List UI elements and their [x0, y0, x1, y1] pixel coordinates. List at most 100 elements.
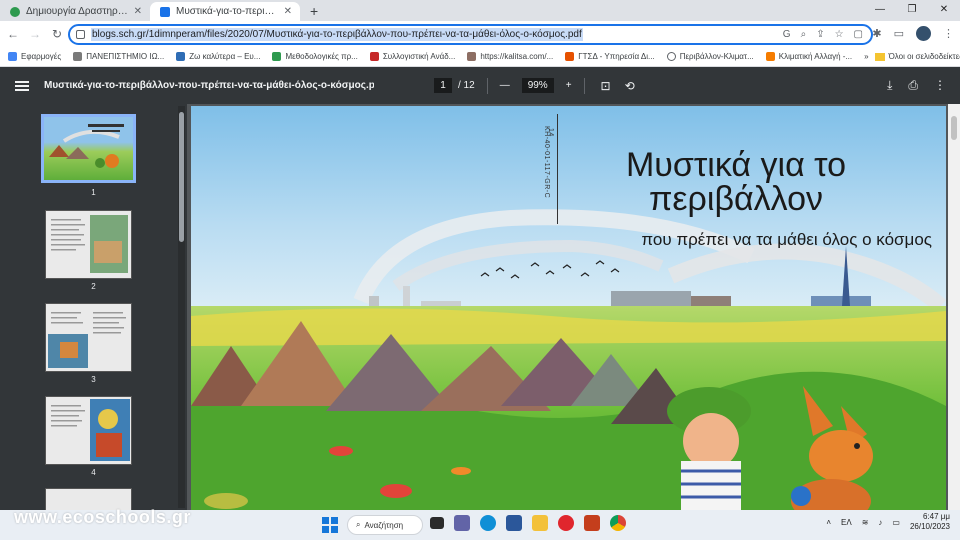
omnibox-actions: G ⌕ ⇪ ☆ ▢	[783, 29, 863, 40]
site-icon	[369, 52, 379, 61]
spine-line	[557, 114, 558, 224]
file-explorer-icon[interactable]	[532, 515, 548, 531]
thumbnail-page-3[interactable]	[45, 303, 132, 372]
close-tab-icon[interactable]: ✕	[134, 6, 142, 17]
zoom-out-button[interactable]: —	[500, 80, 510, 91]
tab-strip: Δημιουργία Δραστηριότητες/Λ ✕ Μυστικά-γι…	[0, 0, 960, 21]
volume-icon[interactable]: ♪	[878, 518, 882, 527]
pdf-viewer: ΚΗ-40-01-117-GR-C 14 Μυστικά για το περι…	[187, 104, 960, 510]
battery-icon[interactable]: ▭	[892, 518, 900, 527]
language-indicator[interactable]: ΕΛ	[841, 518, 852, 527]
url-text[interactable]: blogs.sch.gr/1dimnperam/files/2020/07/Μυ…	[91, 28, 583, 41]
bookmarks-bar: Εφαρμογές ΠΑΝΕΠΙΣΤΗΜΙΟ ΙΩ... Ζω καλύτερα…	[0, 47, 960, 67]
thumbnail-page-2[interactable]	[45, 210, 132, 279]
chevron-up-icon[interactable]: ˄	[826, 518, 831, 527]
pdf-toolbar: Μυστικά-για-το-περιβάλλον-που-πρέπει-να-…	[0, 67, 960, 104]
minimize-button[interactable]: —	[864, 0, 896, 20]
bookmark-apps[interactable]: Εφαρμογές	[8, 52, 61, 61]
lock-icon[interactable]	[76, 30, 85, 39]
tab-pdf[interactable]: Μυστικά-για-το-περιβάλλον-π ✕	[150, 2, 300, 21]
thumbnail-page-4[interactable]	[45, 396, 132, 465]
bookmark-label: Συλλογιστική Ανάδ...	[382, 52, 456, 61]
thumbnail-cover-image	[49, 124, 124, 168]
back-icon[interactable]: ←	[4, 27, 22, 41]
bookmark-item[interactable]: https://kalitsa.com/...	[467, 52, 553, 61]
task-view-icon[interactable]	[430, 517, 444, 529]
bookmark-item[interactable]: Ζω καλύτερα – Ευ...	[176, 52, 260, 61]
share-icon[interactable]: ⇪	[816, 29, 824, 40]
pdf-title: Μυστικά-για-το-περιβάλλον-που-πρέπει-να-…	[44, 80, 374, 91]
powerpoint-icon[interactable]	[584, 515, 600, 531]
word-icon[interactable]	[506, 515, 522, 531]
new-tab-button[interactable]: +	[310, 3, 318, 19]
bookmark-label: ΓΤΣΔ - Υπηρεσία Δι...	[578, 52, 655, 61]
reading-list-icon[interactable]: ▭	[894, 27, 904, 40]
maximize-button[interactable]: ❐	[896, 0, 928, 20]
chrome-icon[interactable]	[610, 515, 626, 531]
google-lens-icon[interactable]: G	[783, 29, 791, 40]
cover-title-line-2: περιβάλλον	[648, 180, 824, 218]
clock-date: 26/10/2023	[909, 522, 950, 531]
bookmark-label: Κλιματική Αλλαγή -...	[778, 52, 853, 61]
close-tab-icon[interactable]: ✕	[284, 6, 292, 17]
print-icon[interactable]: ⎙	[908, 78, 918, 93]
thumbnail-number: 3	[91, 375, 96, 384]
sidepanel-icon[interactable]: ▢	[854, 29, 863, 40]
folder-icon	[874, 52, 885, 61]
bookmark-star-icon[interactable]: ☆	[835, 29, 844, 40]
divider	[583, 77, 585, 94]
sidebar-scrollbar[interactable]	[178, 106, 185, 508]
zoom-icon[interactable]: ⌕	[801, 29, 807, 40]
fit-page-icon[interactable]: ⊡	[601, 79, 611, 93]
thumbnail-sidebar: 1 2 3 4	[0, 104, 187, 510]
rotate-icon[interactable]: ⟲	[625, 79, 635, 93]
spine-number: 14	[547, 128, 554, 137]
close-window-button[interactable]: ✕	[928, 0, 960, 20]
opera-icon[interactable]	[558, 515, 574, 531]
taskbar-search[interactable]: ⌕ Αναζήτηση	[347, 515, 423, 535]
chat-icon[interactable]	[454, 515, 470, 531]
apps-grid-icon	[8, 52, 17, 61]
all-bookmarks-folder[interactable]: Όλοι οι σελιδοδείκτες	[874, 52, 960, 61]
address-bar[interactable]: blogs.sch.gr/1dimnperam/files/2020/07/Μυ…	[68, 24, 873, 45]
catalogue-code: ΚΗ-40-01-117-GR-C	[543, 126, 550, 199]
tab-activities[interactable]: Δημιουργία Δραστηριότητες/Λ ✕	[0, 2, 150, 21]
cover-title-line-1: Μυστικά για το	[625, 146, 847, 184]
zoom-in-button[interactable]: +	[566, 80, 572, 91]
browser-menu-icon[interactable]: ⋮	[943, 27, 954, 40]
window-controls: — ❐ ✕	[864, 0, 960, 20]
clock[interactable]: 6:47 μμ 26/10/2023	[910, 512, 950, 532]
search-label: Αναζήτηση	[364, 520, 404, 530]
bookmark-label: Μεθοδολογικές πρ...	[285, 52, 358, 61]
hamburger-menu-icon[interactable]	[15, 80, 29, 91]
bookmark-item[interactable]: ΓΤΣΔ - Υπηρεσία Δι...	[565, 52, 655, 61]
thumbnail-number: 2	[91, 282, 96, 291]
page-number-input[interactable]: 1	[434, 78, 452, 93]
thumbnail-number: 4	[91, 468, 96, 477]
forward-icon[interactable]: →	[26, 27, 44, 41]
more-options-icon[interactable]: ⋮	[934, 78, 946, 93]
zoom-level-input[interactable]: 99%	[521, 78, 554, 93]
reload-icon[interactable]: ↻	[48, 27, 66, 41]
viewer-scrollbar[interactable]	[948, 104, 960, 510]
browser-toolbar: ← → ↻ blogs.sch.gr/1dimnperam/files/2020…	[0, 21, 960, 47]
more-bookmarks-button[interactable]: »	[864, 52, 868, 61]
avatar[interactable]	[916, 26, 931, 41]
edge-icon[interactable]	[480, 515, 496, 531]
download-icon[interactable]: ⤓	[887, 78, 892, 93]
search-icon: ⌕	[356, 520, 361, 529]
bookmark-item[interactable]: ΠΑΝΕΠΙΣΤΗΜΙΟ ΙΩ...	[73, 52, 164, 61]
bookmark-item[interactable]: Κλιματική Αλλαγή -...	[765, 52, 853, 61]
bookmark-label: Περιβάλλον-Κλιματ...	[679, 52, 754, 61]
start-button[interactable]	[322, 517, 338, 533]
toolbar-right: ✱ ▭ ⋮	[872, 26, 954, 41]
bookmark-label: Ζω καλύτερα – Ευ...	[189, 52, 261, 61]
thumbnail-page-1[interactable]	[41, 114, 136, 183]
tab-favicon-icon	[10, 6, 20, 17]
thumbnail-page-image	[48, 312, 126, 368]
extensions-icon[interactable]: ✱	[872, 27, 881, 40]
bookmark-item[interactable]: Μεθοδολογικές πρ...	[272, 52, 358, 61]
wifi-icon[interactable]: ≋	[862, 518, 869, 527]
bookmark-item[interactable]: Περιβάλλον-Κλιματ...	[666, 52, 754, 61]
bookmark-item[interactable]: Συλλογιστική Ανάδ...	[369, 52, 456, 61]
